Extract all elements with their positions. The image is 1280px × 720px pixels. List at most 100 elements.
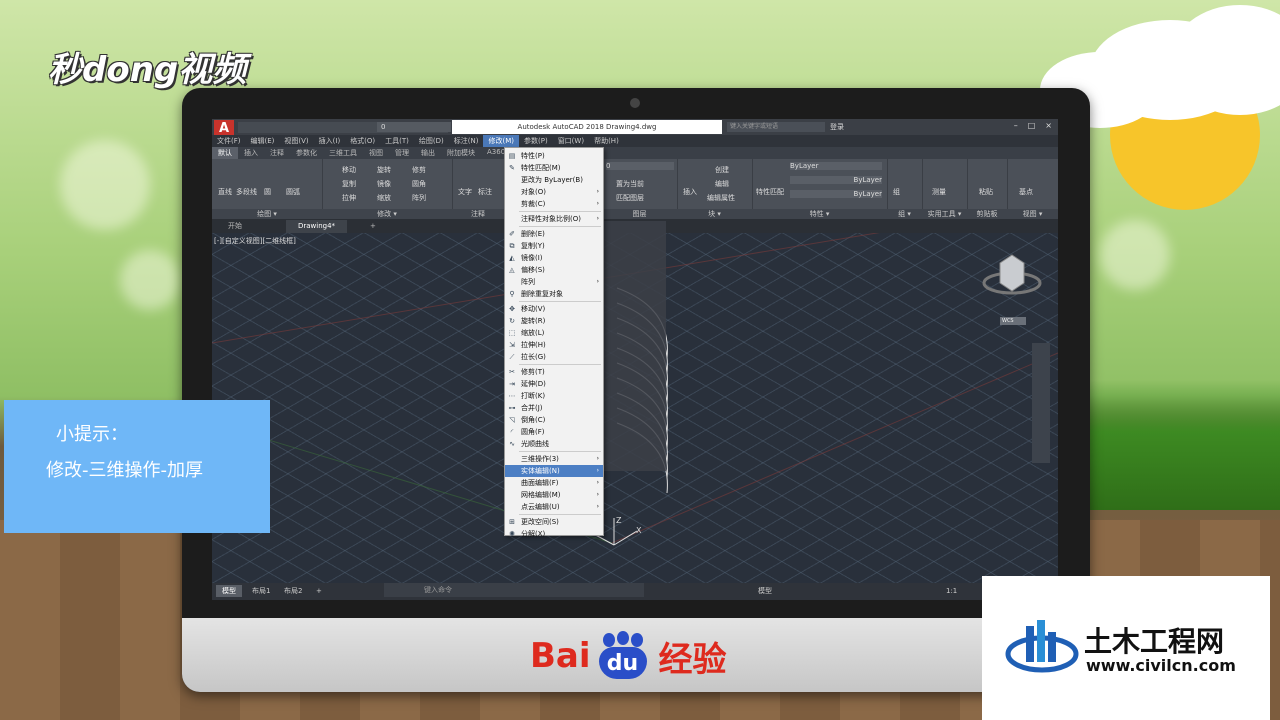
scale-tool[interactable]: 缩放 [377,193,391,203]
tab-model[interactable]: 模型 [216,585,242,597]
polyline-tool[interactable]: 多段线 [236,187,257,197]
edit-attributes-button[interactable]: 编辑属性 [707,193,735,203]
login-button[interactable]: 登录 [830,122,844,132]
modify-menu-item[interactable]: 网格编辑(M) › [505,489,603,501]
ribbon-tab-6[interactable]: 管理 [389,147,415,159]
trim-tool[interactable]: 修剪 [412,165,426,175]
ribbon-tab-7[interactable]: 输出 [415,147,441,159]
modify-menu-item[interactable]: ✺ 分解(X) [505,528,603,540]
ribbon-tab-5[interactable]: 视图 [363,147,389,159]
create-block-button[interactable]: 创建 [715,165,729,175]
add-layout-button[interactable]: + [310,585,328,597]
modify-menu-item[interactable]: ✂ 修剪(T) [505,366,603,378]
modify-menu-item[interactable]: 曲面编辑(F) › [505,477,603,489]
base-view-button[interactable]: 基点 [1019,187,1033,197]
modify-menu-item[interactable]: ⟋ 拉长(G) [505,351,603,363]
linetype-dropdown[interactable]: ByLayer [790,176,882,184]
match-properties-button[interactable]: 特性匹配 [756,187,784,197]
close-icon[interactable]: × [1045,121,1052,130]
maximize-icon[interactable]: □ [1028,121,1036,130]
modify-menu-item[interactable]: ◹ 倒角(C) [505,414,603,426]
modify-menu-item[interactable]: 点云编辑(U) › [505,501,603,513]
modify-menu-item[interactable]: ⇲ 拉伸(H) [505,339,603,351]
new-tab-button[interactable]: + [358,220,388,233]
menu-10[interactable]: 窗口(W) [553,135,589,147]
set-current-button[interactable]: 置为当前 [616,179,644,189]
minimize-icon[interactable]: – [1014,121,1018,130]
viewcube[interactable] [982,254,1042,295]
annotation-group-label[interactable]: 注释 [452,209,504,219]
menu-8[interactable]: 修改(M) [483,135,519,147]
menu-2[interactable]: 视图(V) [279,135,313,147]
modify-menu-item[interactable]: 剪裁(C) › [505,198,603,210]
insert-block-button[interactable]: 插入 [683,187,697,197]
circle-tool[interactable]: 圆 [264,187,271,197]
modify-menu-item[interactable]: ⧉ 复制(Y) [505,240,603,252]
annotation-scale[interactable]: 1:1 [940,585,963,597]
tab-layout1[interactable]: 布局1 [246,585,276,597]
modify-menu-item[interactable]: 更改为 ByLayer(B) [505,174,603,186]
ribbon-tab-0[interactable]: 默认 [212,147,238,159]
ribbon-tab-2[interactable]: 注释 [264,147,290,159]
modify-group-label[interactable]: 修改 ▾ [322,209,452,219]
properties-group-label[interactable]: 特性 ▾ [752,209,887,219]
layers-group-label[interactable]: 图层 [602,209,677,219]
modify-menu-item[interactable]: ⊶ 合并(J) [505,402,603,414]
menu-7[interactable]: 标注(N) [449,135,484,147]
text-tool[interactable]: 文字 [458,187,472,197]
modify-menu-item[interactable]: ◭ 镜像(I) [505,252,603,264]
menu-5[interactable]: 工具(T) [380,135,414,147]
groups-group-label[interactable]: 组 ▾ [887,209,922,219]
modify-menu-item[interactable]: 对象(O) › [505,186,603,198]
quick-layer-dropdown[interactable]: 0 [377,122,451,132]
viewport-controls-label[interactable]: [-][自定义视图][二维线框] [214,236,296,246]
ribbon-tab-4[interactable]: 三维工具 [323,147,363,159]
menu-6[interactable]: 绘图(D) [414,135,449,147]
menu-4[interactable]: 格式(O) [345,135,380,147]
mirror-tool[interactable]: 镜像 [377,179,391,189]
paste-button[interactable]: 粘贴 [979,187,993,197]
modify-menu-item[interactable]: ◜ 圆角(F) [505,426,603,438]
array-tool[interactable]: 阵列 [412,193,426,203]
fillet-tool[interactable]: 圆角 [412,179,426,189]
modify-menu-item[interactable]: ⚲ 删除重复对象 [505,288,603,300]
model-space-toggle[interactable]: 模型 [752,585,778,597]
modify-menu-item[interactable]: ▤ 特性(P) [505,150,603,162]
menu-3[interactable]: 插入(I) [314,135,346,147]
rotate-tool[interactable]: 旋转 [377,165,391,175]
measure-button[interactable]: 测量 [932,187,946,197]
modify-menu-item[interactable]: 实体编辑(N) › [505,465,603,477]
stretch-tool[interactable]: 拉伸 [342,193,356,203]
menu-11[interactable]: 帮助(H) [589,135,624,147]
arc-tool[interactable]: 圆弧 [286,187,300,197]
layer-dropdown[interactable]: 0 [606,162,674,170]
command-input[interactable]: 键入命令 [384,583,644,597]
tab-layout2[interactable]: 布局2 [278,585,308,597]
modify-menu-item[interactable]: 注释性对象比例(O) › [505,213,603,225]
modify-menu-item[interactable]: ⋯ 打断(K) [505,390,603,402]
color-dropdown[interactable]: ByLayer [790,162,882,170]
modify-menu-item[interactable]: ↻ 旋转(R) [505,315,603,327]
copy-tool[interactable]: 复制 [342,179,356,189]
menu-9[interactable]: 参数(P) [519,135,553,147]
modify-menu-item[interactable]: ⬚ 缩放(L) [505,327,603,339]
modify-menu-item[interactable]: 三维操作(3) › [505,453,603,465]
search-input[interactable]: 键入关键字或短语 [727,122,825,132]
menu-1[interactable]: 编辑(E) [246,135,280,147]
match-layer-button[interactable]: 匹配图层 [616,193,644,203]
tab-drawing4[interactable]: Drawing4* [286,220,348,233]
modify-menu-item[interactable]: ✐ 删除(E) [505,228,603,240]
modify-menu-item[interactable]: ✥ 移动(V) [505,303,603,315]
view-group-label[interactable]: 视图 ▾ [1007,209,1058,219]
ribbon-tab-3[interactable]: 参数化 [290,147,323,159]
application-menu-button[interactable]: A [214,120,234,136]
line-tool[interactable]: 直线 [218,187,232,197]
modify-menu-item[interactable]: ⇥ 延伸(D) [505,378,603,390]
lineweight-dropdown[interactable]: ByLayer [790,190,882,198]
modify-menu-item[interactable]: ⊞ 更改空间(S) [505,516,603,528]
modify-menu-item[interactable]: 阵列 › [505,276,603,288]
utilities-group-label[interactable]: 实用工具 ▾ [922,209,967,219]
modify-menu-item[interactable]: ✎ 特性匹配(M) [505,162,603,174]
clipboard-group-label[interactable]: 剪贴板 [967,209,1007,219]
modify-menu-item[interactable]: ∿ 光顺曲线 [505,438,603,450]
